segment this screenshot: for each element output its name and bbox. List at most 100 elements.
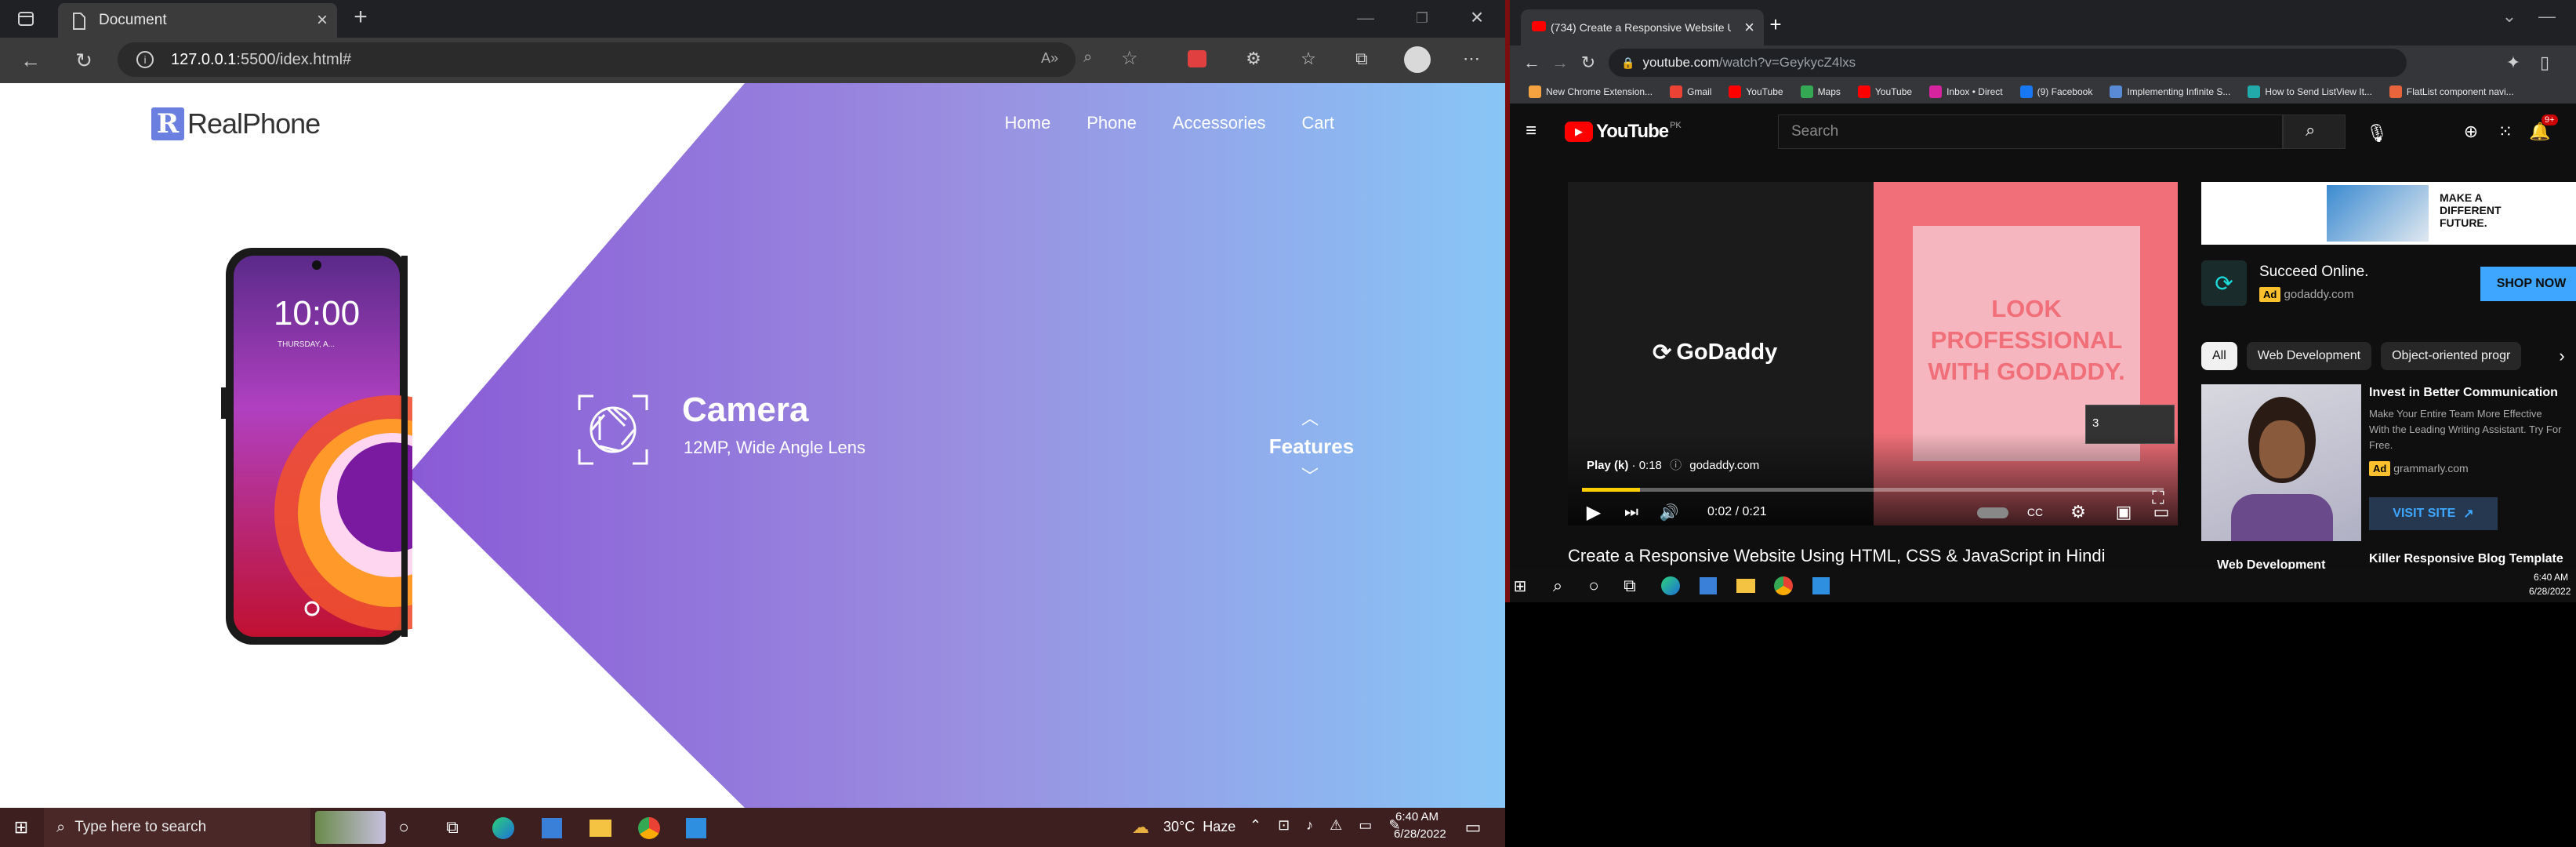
- nav-accessories[interactable]: Accessories: [1173, 113, 1266, 133]
- autoplay-toggle[interactable]: [1976, 505, 2010, 521]
- notification-icon[interactable]: ▭: [1463, 817, 1483, 838]
- ad1-title[interactable]: Succeed Online.: [2259, 264, 2368, 281]
- fullscreen-icon[interactable]: ⛶: [2146, 486, 2170, 510]
- bookmark-item[interactable]: Maps: [1800, 85, 1841, 98]
- extensions-icon[interactable]: ⚙: [1242, 47, 1265, 71]
- vscode-app-icon[interactable]: [1809, 574, 1833, 598]
- weather-text[interactable]: 30°C Haze: [1163, 819, 1235, 835]
- bookmark-item[interactable]: (9) Facebook: [2019, 85, 2092, 98]
- address-bar[interactable]: 🔒 youtube.com/watch?v=GeykycZ4lxs: [1609, 49, 2407, 77]
- clock-time[interactable]: 6:40 AM: [2534, 572, 2568, 583]
- search-button[interactable]: ⌕: [2283, 115, 2346, 149]
- minimize-icon[interactable]: —: [2535, 5, 2559, 28]
- create-icon[interactable]: ⊕: [2458, 119, 2483, 144]
- taskbar-search[interactable]: ⌕ Type here to search: [44, 808, 386, 847]
- close-tab-icon[interactable]: ×: [317, 9, 328, 31]
- edge-app-icon[interactable]: [1659, 574, 1682, 598]
- sidepanel-icon[interactable]: ▯: [2534, 52, 2556, 74]
- tab-document[interactable]: Document ×: [58, 3, 337, 38]
- favorites-icon[interactable]: ☆: [1297, 47, 1320, 71]
- youtube-logo[interactable]: ▶ YouTube PK: [1565, 121, 1682, 143]
- bookmark-item[interactable]: Inbox • Direct: [1929, 85, 2003, 98]
- clock-date[interactable]: 6/28/2022: [2529, 586, 2571, 597]
- mic-icon[interactable]: 🎙: [2361, 118, 2393, 149]
- chrome-app-icon[interactable]: [637, 816, 662, 841]
- apps-icon[interactable]: ⁙: [2493, 119, 2518, 144]
- youtube-search-input[interactable]: Search: [1778, 115, 2283, 149]
- back-icon[interactable]: ←: [1521, 52, 1543, 74]
- close-window-icon[interactable]: ×: [1461, 5, 1493, 30]
- new-tab-icon[interactable]: +: [1764, 13, 1787, 36]
- next-icon[interactable]: ⏭: [1620, 500, 1643, 524]
- windows-start-icon[interactable]: ⊞: [1510, 576, 1530, 596]
- chrome-app-icon[interactable]: [1772, 574, 1795, 598]
- ad2-title[interactable]: Invest in Better Communication: [2369, 386, 2576, 400]
- ad-domain-link[interactable]: godaddy.com: [1689, 459, 1759, 472]
- cortana-icon[interactable]: ○: [394, 817, 414, 838]
- progress-bar[interactable]: [1582, 488, 2164, 492]
- task-view-icon[interactable]: ⧉: [442, 817, 463, 838]
- tab-actions-icon[interactable]: [14, 8, 38, 30]
- tray-icons[interactable]: ⌃ ⊡ ♪ ⚠ ▭ ✎: [1250, 817, 1406, 834]
- cortana-icon[interactable]: ○: [1584, 576, 1604, 596]
- refresh-icon[interactable]: ↻: [71, 47, 97, 74]
- bookmark-item[interactable]: FlatList component navi...: [2389, 85, 2514, 98]
- nav-phone[interactable]: Phone: [1087, 113, 1137, 133]
- edge-app-icon[interactable]: [491, 816, 516, 841]
- maximize-icon[interactable]: ❐: [1406, 6, 1438, 30]
- features-up-icon[interactable]: ︿: [1301, 405, 1319, 430]
- forward-icon[interactable]: →: [1549, 52, 1571, 74]
- bookmark-item[interactable]: How to Send ListView It...: [2248, 85, 2372, 98]
- miniplayer-icon[interactable]: ▣: [2112, 500, 2135, 524]
- play-icon[interactable]: ▶: [1582, 500, 1605, 524]
- close-tab-icon[interactable]: ×: [1744, 17, 1754, 38]
- task-view-icon[interactable]: ⧉: [1620, 576, 1640, 596]
- captions-icon[interactable]: CC: [2023, 500, 2048, 524]
- clock-time[interactable]: 6:40 AM: [1395, 810, 1439, 823]
- new-tab-icon[interactable]: +: [348, 4, 373, 30]
- nav-home[interactable]: Home: [1005, 113, 1051, 133]
- profile-avatar[interactable]: [1403, 45, 1431, 74]
- minimize-icon[interactable]: —: [1350, 6, 1381, 30]
- windows-start-icon[interactable]: ⊞: [11, 817, 31, 838]
- tab-search-icon[interactable]: ⌄: [2498, 5, 2521, 28]
- bookmark-item[interactable]: YouTube: [1729, 85, 1783, 98]
- bookmark-item[interactable]: New Chrome Extension...: [1529, 85, 1653, 98]
- features-down-icon[interactable]: ﹀: [1301, 463, 1319, 488]
- volume-icon[interactable]: 🔊: [1657, 500, 1681, 524]
- ad2-thumbnail[interactable]: [2201, 384, 2361, 541]
- menu-icon[interactable]: ≡: [1519, 119, 1543, 143]
- read-aloud-icon[interactable]: A»: [1041, 50, 1058, 67]
- ad-banner[interactable]: MAKE A DIFFERENT FUTURE.: [2201, 182, 2576, 245]
- collections-icon[interactable]: ⧉: [1350, 47, 1373, 71]
- chips-next-icon[interactable]: ›: [2551, 345, 2573, 367]
- file-explorer-icon[interactable]: [588, 816, 613, 841]
- site-info-icon[interactable]: i: [136, 51, 154, 68]
- more-menu-icon[interactable]: ⋯: [1460, 47, 1483, 71]
- favorite-star-icon[interactable]: ☆: [1121, 47, 1138, 70]
- visit-site-button[interactable]: VISIT SITE ↗: [2369, 497, 2498, 530]
- site-logo[interactable]: R RealPhone: [151, 107, 321, 141]
- clock-date[interactable]: 6/28/2022: [1394, 827, 1446, 841]
- file-explorer-icon[interactable]: [1734, 574, 1758, 598]
- bookmark-item[interactable]: YouTube: [1857, 85, 1912, 98]
- video-player[interactable]: ⟳ GoDaddy LOOK PROFESSIONAL WITH GODADDY.…: [1568, 182, 2178, 525]
- nav-cart[interactable]: Cart: [1301, 113, 1334, 133]
- app-icon-2[interactable]: [1696, 574, 1720, 598]
- search-icon[interactable]: ⌕: [1547, 576, 1568, 596]
- bookmark-item[interactable]: Implementing Infinite S...: [2110, 85, 2230, 98]
- bookmark-item[interactable]: Gmail: [1670, 85, 1711, 98]
- address-bar[interactable]: i 127.0.0.1:5500/idex.html# A» ⌕ ☆: [118, 42, 1138, 77]
- zoom-icon[interactable]: ⌕: [1083, 49, 1092, 67]
- settings-icon[interactable]: ⚙: [2066, 500, 2090, 524]
- chip-oop[interactable]: Object-oriented progr: [2381, 342, 2522, 370]
- tab-youtube[interactable]: (734) Create a Responsive Website Usin ×: [1521, 9, 1764, 45]
- extension-pocket-icon[interactable]: [1187, 49, 1207, 69]
- info-icon[interactable]: ⓘ: [1670, 459, 1682, 472]
- vscode-app-icon[interactable]: [684, 816, 709, 841]
- refresh-icon[interactable]: ↻: [1577, 52, 1599, 74]
- back-icon[interactable]: ←: [17, 47, 44, 74]
- shop-now-button[interactable]: SHOP NOW: [2480, 267, 2576, 301]
- chip-all[interactable]: All: [2201, 342, 2237, 370]
- next-video-title[interactable]: Killer Responsive Blog Template: [2369, 552, 2563, 566]
